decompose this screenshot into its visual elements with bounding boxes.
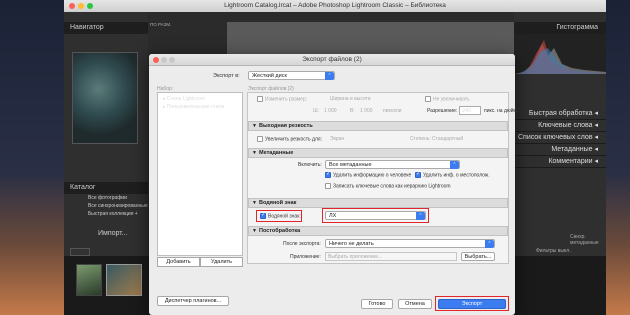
export-to-select[interactable]: Жесткий диск ⌃ <box>248 71 335 80</box>
include-value: Все метаданные <box>329 162 372 168</box>
remove-person-checkbox[interactable] <box>325 171 331 178</box>
sharpen-label: Увеличить резкость для: <box>265 136 322 143</box>
resize-row[interactable]: Изменить размер: <box>257 96 307 102</box>
catalog-title: Каталог <box>70 184 96 191</box>
resize-label: Изменить размер: <box>265 96 308 103</box>
filmstrip-view-1[interactable] <box>70 248 90 256</box>
right-panel: Гистограмма Быстрая обработка ◂ Ключевые… <box>514 12 606 256</box>
done-button[interactable]: Готово <box>361 299 393 309</box>
chevron-down-icon: ⌃ <box>325 72 334 80</box>
preset-item[interactable]: ▸ Стили Lightroom <box>158 93 242 102</box>
minimize-window-button[interactable] <box>78 3 84 9</box>
width-label: Ш: <box>313 108 319 114</box>
quick-develop-item[interactable]: Быстрая обработка ◂ <box>514 108 606 120</box>
export-to-label: Экспорт в: <box>213 73 240 79</box>
resize-checkbox[interactable] <box>257 96 263 102</box>
catalog-header[interactable]: Каталог <box>64 182 148 194</box>
watermark-section-header[interactable]: ▼ Водяной знак <box>248 198 508 208</box>
watermark-select-highlight <box>322 208 429 223</box>
width-field: 1 000 <box>324 108 337 114</box>
application-field: Выбрать приложение... <box>325 252 457 261</box>
sharpen-row[interactable]: Увеличить резкость для: <box>257 136 322 142</box>
resize-fit-select: Ширина и высота <box>330 96 371 102</box>
import-button[interactable]: Импорт... <box>98 230 128 237</box>
sharpen-for-select: Экран <box>330 136 345 142</box>
preset-list: ▸ Стили Lightroom ▸ Пользовательские сти… <box>157 92 243 256</box>
write-keywords-option[interactable]: Записать ключевые слова как иерархию Lig… <box>325 183 451 189</box>
comments-item[interactable]: Комментарии ◂ <box>514 156 606 168</box>
dialog-titlebar: Экспорт файлов (2) <box>149 54 515 66</box>
export-button-highlight <box>435 296 509 311</box>
filmstrip-thumbnail[interactable] <box>76 264 102 296</box>
histogram-title: Гистограмма <box>556 24 598 31</box>
sharpen-checkbox[interactable] <box>257 136 263 142</box>
remove-preset-button: Удалить <box>200 257 243 267</box>
catalog-item[interactable]: Все фотографии <box>64 194 148 202</box>
chevron-down-icon: ⌃ <box>450 161 459 169</box>
remove-location-checkbox[interactable] <box>415 171 421 178</box>
after-export-select[interactable]: Ничего не делать ⌃ <box>325 239 495 248</box>
zoom-dialog-button <box>169 57 175 63</box>
right-panel-list: Быстрая обработка ◂ Ключевые слова ◂ Спи… <box>514 108 606 168</box>
unit-select: пиксели <box>383 108 402 114</box>
histogram-header[interactable]: Гистограмма <box>514 22 606 34</box>
window-title: Lightroom Catalog.lrcat – Adobe Photosho… <box>224 2 446 9</box>
dont-enlarge-checkbox: Не увеличивать <box>425 96 470 102</box>
metadata-item[interactable]: Метаданные ◂ <box>514 144 606 156</box>
sharpening-section-header[interactable]: ▼ Выходная резкость <box>248 121 508 131</box>
after-export-value: Ничего не делать <box>329 241 374 247</box>
navigator-title: Навигатор <box>70 24 104 31</box>
minimize-dialog-button <box>161 57 167 63</box>
filmstrip-thumbnail[interactable] <box>106 264 142 296</box>
height-label: В: <box>350 108 355 114</box>
amount-label: Степень: <box>410 136 431 142</box>
catalog-panel: Каталог Все фотографии Все синхронизиров… <box>64 182 148 218</box>
navigator-header[interactable]: Навигатор <box>64 22 148 34</box>
remove-person-option[interactable]: Удалить информацию о человеке <box>325 171 411 178</box>
sync-metadata-button[interactable]: Синхр. метаданные <box>570 234 606 246</box>
include-select[interactable]: Все метаданные ⌃ <box>325 160 460 169</box>
chevron-down-icon: ⌃ <box>485 240 494 248</box>
application-label: Приложение: <box>290 254 321 260</box>
export-to-value: Жесткий диск <box>252 73 287 79</box>
write-keywords-checkbox[interactable] <box>325 183 331 189</box>
choose-application-button: Выбрать... <box>461 252 495 261</box>
navigator-preview[interactable] <box>72 52 138 144</box>
keywording-item[interactable]: Ключевые слова ◂ <box>514 120 606 132</box>
metadata-section-header[interactable]: ▼ Метаданные <box>248 148 508 158</box>
left-panel: Навигатор Каталог Все фотографии Все син… <box>64 12 148 256</box>
filter-dropdown[interactable]: Фильтры выкл. <box>536 248 571 254</box>
cancel-button[interactable]: Отмена <box>398 299 432 309</box>
height-field: 1 000 <box>360 108 373 114</box>
dialog-title: Экспорт файлов (2) <box>302 56 362 63</box>
resolution-unit[interactable]: пикс. на дюйм <box>484 108 517 114</box>
resolution-label: Разрешение: <box>427 108 458 114</box>
window-titlebar: Lightroom Catalog.lrcat – Adobe Photosho… <box>64 0 606 12</box>
include-label: Включить: <box>298 162 322 168</box>
close-dialog-button[interactable] <box>153 57 159 63</box>
remove-location-option[interactable]: Удалить инф. о местополож. <box>415 171 490 178</box>
watermark-checkbox-highlight <box>256 210 302 222</box>
zoom-window-button[interactable] <box>87 3 93 9</box>
resolution-field[interactable]: 240 <box>459 106 481 115</box>
add-preset-button[interactable]: Добавить <box>157 257 200 267</box>
preset-item[interactable]: ▸ Пользовательские стили <box>158 102 242 110</box>
catalog-item[interactable]: Быстрая коллекция + <box>64 210 148 218</box>
navigator-fit[interactable]: ПО РАЗМ. <box>150 22 180 30</box>
close-window-button[interactable] <box>69 3 75 9</box>
amount-select: Стандартный <box>432 136 464 142</box>
catalog-item[interactable]: Все синхронизированные <box>64 202 148 210</box>
plugin-manager-button[interactable]: Диспетчер плагинов... <box>157 296 229 306</box>
histogram <box>514 34 606 74</box>
after-export-label: После экспорта: <box>283 241 321 247</box>
post-processing-section-header[interactable]: ▼ Постобработка <box>248 226 508 236</box>
keyword-list-item[interactable]: Список ключевых слов ◂ <box>514 132 606 144</box>
